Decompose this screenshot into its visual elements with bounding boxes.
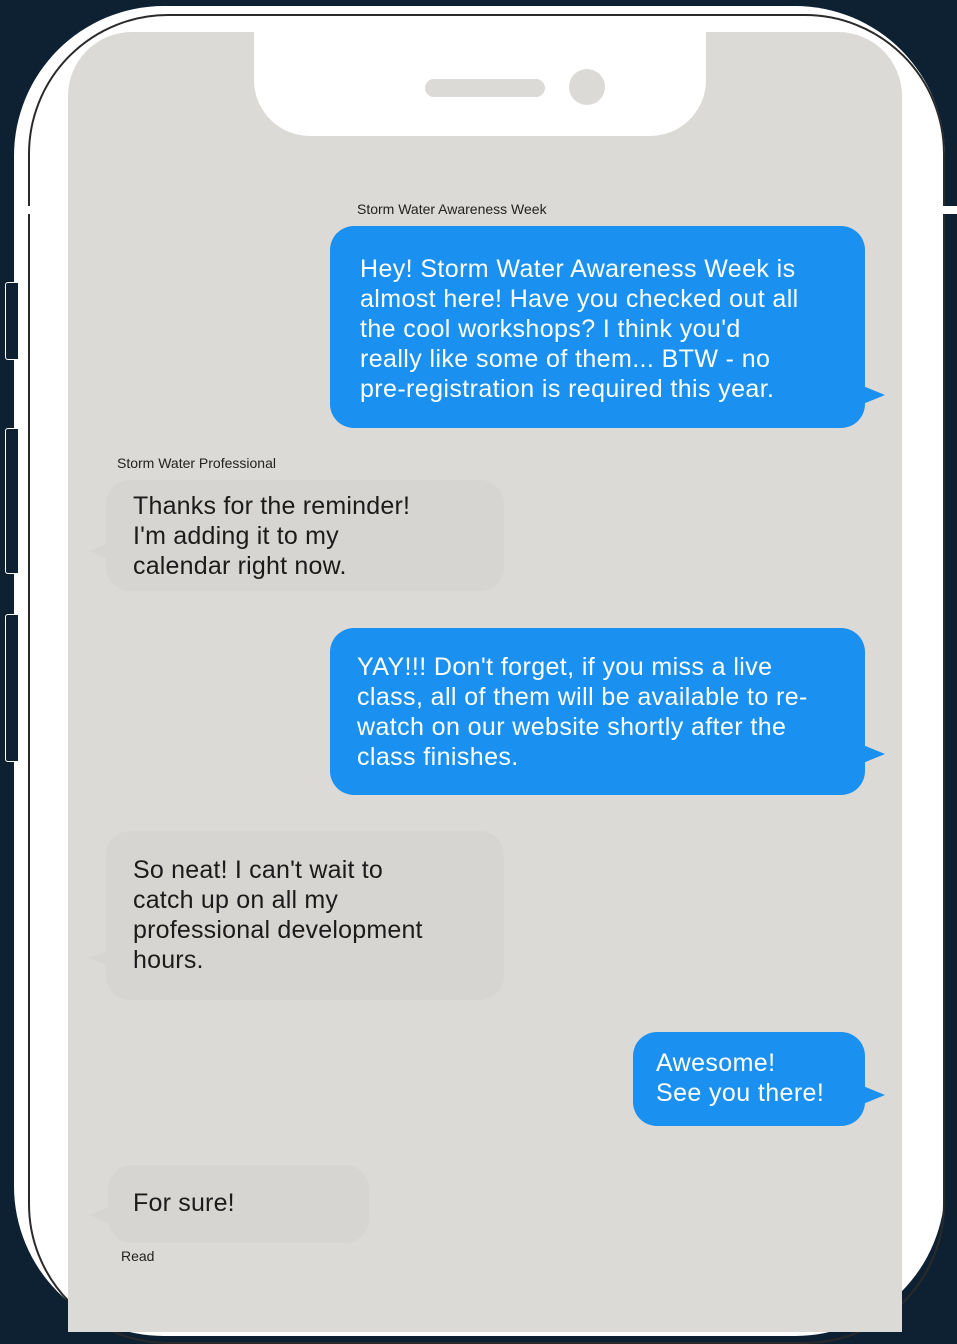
read-receipt: Read	[121, 1248, 155, 1264]
mute-switch	[5, 282, 18, 360]
camera-icon	[569, 69, 605, 105]
sender-label-professional: Storm Water Professional	[117, 455, 276, 471]
message-bubble-received[interactable]: Thanks for the reminder! I'm adding it t…	[106, 480, 504, 591]
bubble-tail-right	[863, 386, 885, 404]
volume-down-button	[5, 614, 18, 762]
message-bubble-received[interactable]: So neat! I can't wait to catch up on all…	[106, 831, 504, 1000]
bubble-tail-right	[863, 745, 885, 763]
bubble-tail-left	[90, 950, 108, 966]
message-bubble-sent[interactable]: Awesome! See you there!	[633, 1032, 865, 1126]
message-bubble-sent[interactable]: Hey! Storm Water Awareness Week is almos…	[330, 226, 865, 428]
message-text: Thanks for the reminder! I'm adding it t…	[133, 492, 411, 580]
message-text: For sure!	[133, 1189, 235, 1217]
frame-rail-left	[14, 206, 34, 214]
message-text: Hey! Storm Water Awareness Week is almos…	[360, 255, 799, 403]
message-text: YAY!!! Don't forget, if you miss a live …	[357, 653, 808, 771]
message-bubble-sent[interactable]: YAY!!! Don't forget, if you miss a live …	[330, 628, 865, 795]
frame-rail-right	[937, 206, 957, 214]
volume-up-button	[5, 428, 18, 574]
bubble-tail-left	[90, 1207, 108, 1223]
bubble-tail-right	[863, 1086, 885, 1104]
message-text: So neat! I can't wait to catch up on all…	[133, 856, 423, 974]
speaker-icon	[425, 79, 545, 97]
sender-label-awareness-week: Storm Water Awareness Week	[357, 201, 547, 217]
message-text: Awesome! See you there!	[656, 1049, 825, 1107]
bubble-tail-left	[90, 543, 108, 559]
message-bubble-received[interactable]: For sure!	[108, 1165, 369, 1243]
